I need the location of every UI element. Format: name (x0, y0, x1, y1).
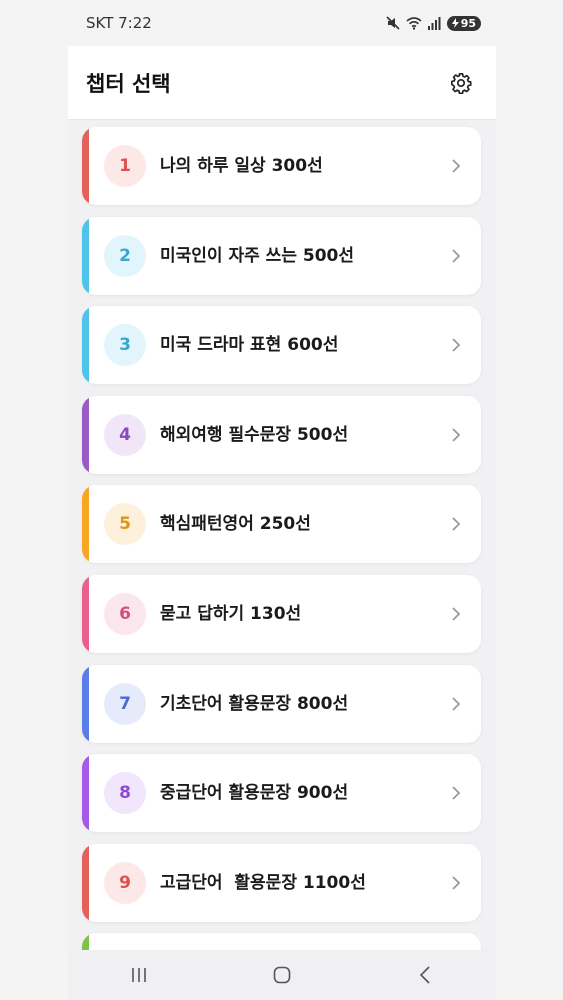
status-carrier-time: SKT 7:22 (86, 14, 152, 32)
chapter-title: 묻고 답하기 130선 (160, 603, 302, 624)
chapter-accent-bar (82, 754, 89, 833)
chapter-item-2[interactable]: 2 미국인이 자주 쓰는 500선 (82, 216, 481, 295)
battery-level: 95 (460, 16, 476, 30)
chapter-item-1[interactable]: 1 나의 하루 일상 300선 (82, 127, 481, 205)
chapter-item-8[interactable]: 8 중급단어 활용문장 900선 (82, 754, 481, 833)
charging-icon (451, 18, 459, 28)
chapter-list: 1 나의 하루 일상 300선 2 미국인이 자주 쓰는 500선 3 미국 드라마 표현… (82, 127, 481, 964)
back-button[interactable] (405, 955, 445, 995)
chapter-number-badge: 6 (104, 592, 146, 635)
gear-icon (451, 72, 472, 94)
status-icons: 95 (386, 15, 481, 31)
chapter-title: 중급단어 활용문장 900선 (160, 783, 349, 804)
chapter-accent-bar (82, 395, 89, 474)
page-title: 챕터 선택 (86, 71, 171, 96)
chapter-number-badge: 3 (104, 324, 146, 367)
chapter-number-badge: 2 (104, 234, 146, 277)
signal-icon (427, 16, 441, 30)
chapter-item-7[interactable]: 7 기초단어 활용문장 800선 (82, 664, 481, 743)
chevron-right-icon (452, 517, 461, 532)
chevron-right-icon (452, 159, 461, 173)
chapter-number-badge: 4 (104, 413, 146, 456)
settings-button[interactable] (446, 68, 476, 98)
chapter-accent-bar (82, 306, 89, 385)
recents-icon (132, 968, 147, 982)
chapter-title: 기초단어 활용문장 800선 (160, 693, 349, 714)
chevron-right-icon (452, 428, 461, 442)
chapter-item-4[interactable]: 4 해외여행 필수문장 500선 (82, 395, 481, 474)
back-icon (419, 966, 430, 984)
chapter-accent-bar (82, 843, 89, 922)
chevron-right-icon (452, 338, 461, 352)
chapter-number-badge: 9 (104, 861, 146, 904)
chapter-title: 미국 드라마 표현 600선 (160, 335, 339, 356)
navigation-bar (68, 950, 496, 1000)
chapter-accent-bar (82, 485, 89, 564)
wifi-icon (406, 16, 422, 30)
recents-button[interactable] (119, 955, 159, 995)
chapter-number-badge: 8 (104, 772, 146, 815)
battery-indicator: 95 (446, 15, 481, 31)
chapter-number-badge: 1 (104, 145, 146, 187)
chapter-title: 해외여행 필수문장 500선 (160, 424, 349, 445)
chapter-number-badge: 5 (104, 503, 146, 546)
chapter-title: 핵심패턴영어 250선 (160, 514, 311, 535)
app-header: 챕터 선택 (68, 46, 496, 120)
chevron-right-icon (452, 696, 461, 711)
home-icon (273, 966, 291, 984)
screen: SKT 7:22 95 챕터 선택 1 나의 하루 일상 300선 2 미국인이… (0, 0, 563, 1000)
chevron-right-icon (452, 876, 461, 890)
chapter-number-badge: 7 (104, 682, 146, 725)
app-panel: 챕터 선택 1 나의 하루 일상 300선 2 미국인이 자주 쓰는 500선 3 미국 … (68, 46, 496, 1000)
chevron-right-icon (452, 607, 461, 621)
mute-icon (386, 16, 400, 30)
chapter-accent-bar (82, 664, 89, 743)
chapter-accent-bar (82, 127, 89, 205)
chevron-right-icon (452, 248, 461, 263)
chapter-title: 미국인이 자주 쓰는 500선 (160, 245, 355, 266)
chapter-item-3[interactable]: 3 미국 드라마 표현 600선 (82, 306, 481, 385)
chapter-accent-bar (82, 216, 89, 295)
home-button[interactable] (262, 955, 302, 995)
chapter-item-9[interactable]: 9 고급단어 활용문장 1100선 (82, 843, 481, 922)
chapter-title: 나의 하루 일상 300선 (160, 156, 323, 176)
chapter-title: 고급단어 활용문장 1100선 (160, 872, 366, 893)
chevron-right-icon (452, 786, 461, 800)
status-bar: SKT 7:22 95 (0, 0, 563, 46)
chapter-accent-bar (82, 574, 89, 653)
chapter-item-5[interactable]: 5 핵심패턴영어 250선 (82, 485, 481, 564)
chapter-item-6[interactable]: 6 묻고 답하기 130선 (82, 574, 481, 653)
